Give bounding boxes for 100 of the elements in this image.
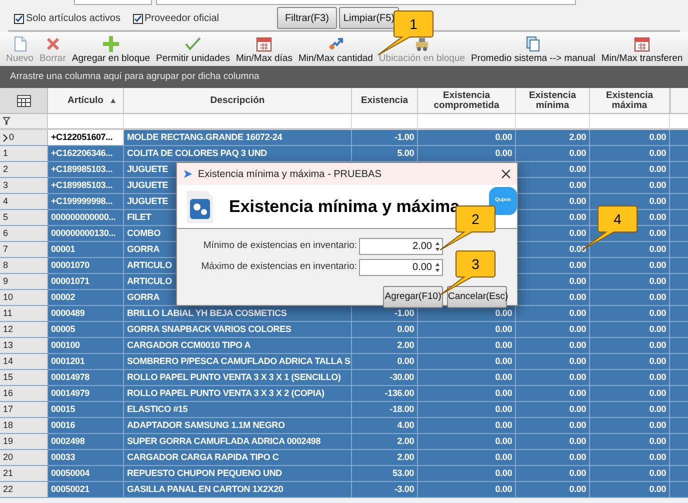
row-number: 12 [3, 322, 14, 336]
table-cell: -136.00 [352, 386, 418, 401]
table-cell: 0.00 [590, 434, 670, 449]
table-cell: 00014979 [48, 386, 124, 401]
table-cell: 0.00 [418, 354, 516, 369]
table-cell: 0.00 [590, 482, 670, 497]
table-cell: 00001 [48, 242, 124, 257]
row-number: 16 [3, 386, 14, 400]
table-cell: 0.00 [590, 258, 670, 273]
table-cell: 2.00 [352, 450, 418, 465]
table-cell: 00050021 [48, 482, 124, 497]
table-cell: 0001201 [48, 354, 124, 369]
table-cell: 0.00 [590, 450, 670, 465]
table-cell: 000100 [48, 338, 124, 353]
table-cell: REPUESTO CHUPON PEQUENO UND [124, 466, 352, 481]
table-cell: +C189985103... [48, 162, 124, 177]
table-cell: 0.00 [590, 322, 670, 337]
table-cell: ROLLO PAPEL PUNTO VENTA 3 X 3 X 1 (SENCILLO) [124, 370, 352, 385]
table-cell: 00015 [48, 402, 124, 417]
row-number: 21 [3, 466, 14, 480]
table-cell: 0.00 [418, 450, 516, 465]
row-number: 6 [3, 226, 8, 240]
row-number: 0 [9, 130, 14, 144]
table-cell: ADAPTADOR SAMSUNG 1.1M NEGRO [124, 418, 352, 433]
table-cell: 0.00 [516, 370, 590, 385]
table-cell: 0.00 [590, 386, 670, 401]
table-cell: -1.00 [352, 130, 418, 145]
table-cell: 0.00 [590, 418, 670, 433]
table-cell: 0.00 [590, 146, 670, 161]
table-cell: 00014978 [48, 370, 124, 385]
row-number: 5 [3, 210, 8, 224]
table-cell: 0.00 [418, 402, 516, 417]
table-cell: 0.00 [516, 418, 590, 433]
table-cell: 0000489 [48, 306, 124, 321]
table-cell: 0.00 [516, 146, 590, 161]
table-cell: +C162206346... [48, 146, 124, 161]
table-cell: CARGADOR CCM0010 TIPO A [124, 338, 352, 353]
table-cell: 0.00 [516, 386, 590, 401]
table-cell: 0.00 [516, 482, 590, 497]
table-cell: 00001071 [48, 274, 124, 289]
table-cell: ELASTICO #15 [124, 402, 352, 417]
row-number: 7 [3, 242, 8, 256]
sort-indicator: ▲ [109, 96, 117, 106]
table-cell: 0.00 [418, 146, 516, 161]
table-cell: 0.00 [516, 434, 590, 449]
table-cell: -18.00 [352, 402, 418, 417]
table-cell: 0.00 [590, 274, 670, 289]
row-number: 14 [3, 354, 14, 368]
table-cell: 2.00 [352, 338, 418, 353]
table-cell: 00001070 [48, 258, 124, 273]
table-cell: +C122051607... [48, 130, 124, 145]
table-cell: +C199999998... [48, 194, 124, 209]
row-number: 8 [3, 258, 8, 272]
table-cell: 0.00 [516, 402, 590, 417]
row-number: 19 [3, 434, 14, 448]
row-number: 2 [3, 162, 8, 176]
table-cell: 53.00 [352, 466, 418, 481]
row-number: 18 [3, 418, 14, 432]
table-cell: 0.00 [418, 418, 516, 433]
table-cell: 0.00 [352, 354, 418, 369]
table-cell: 0.00 [418, 466, 516, 481]
table-cell: 5.00 [352, 146, 418, 161]
table-cell: +C189985103... [48, 178, 124, 193]
row-number: 15 [3, 370, 14, 384]
row-number: 10 [3, 290, 14, 304]
table-cell: 00002 [48, 290, 124, 305]
table-cell: 0002498 [48, 434, 124, 449]
table-cell: ROLLO PAPEL PUNTO VENTA 3 X 3 X 2 (COPIA) [124, 386, 352, 401]
row-number: 4 [3, 194, 8, 208]
table-cell: 0.00 [590, 162, 670, 177]
group-panel: Arrastre una columna aquí para agrupar por dicha columna [0, 66, 688, 88]
table-cell: 0.00 [516, 354, 590, 369]
table-cell: GORRA SNAPBACK VARIOS COLORES [124, 322, 352, 337]
table-cell: 0.00 [418, 370, 516, 385]
table-cell: 0.00 [516, 466, 590, 481]
table-cell: 0.00 [590, 306, 670, 321]
table-cell: 00016 [48, 418, 124, 433]
table-cell: 0.00 [590, 354, 670, 369]
table-cell: 0.00 [418, 338, 516, 353]
table-cell: 0.00 [418, 386, 516, 401]
table-cell: 0.00 [418, 434, 516, 449]
table-cell: 0.00 [590, 290, 670, 305]
table-cell: 0.00 [590, 370, 670, 385]
table-cell: 0.00 [516, 450, 590, 465]
checkbox-label: Proveedor oficial [144, 12, 219, 26]
table-cell: 0.00 [418, 130, 516, 145]
table-cell: 0.00 [590, 130, 670, 145]
row-number: 20 [3, 450, 14, 464]
table-cell: 00050004 [48, 466, 124, 481]
table-cell: 00033 [48, 450, 124, 465]
table-cell: CARGADOR CARGA RAPIDA TIPO C [124, 450, 352, 465]
table-cell: 00005 [48, 322, 124, 337]
table-cell: 4.00 [352, 418, 418, 433]
table-cell: 0.00 [516, 322, 590, 337]
table-cell: 0.00 [418, 482, 516, 497]
table-cell: 2.00 [516, 130, 590, 145]
table-cell: 0.00 [516, 338, 590, 353]
table-cell: SOMBRERO P/PESCA CAMUFLADO ADRICA TALLA S [124, 354, 352, 369]
table-cell: GASILLA PANAL EN CARTON 1X2X20 [124, 482, 352, 497]
table-cell: 0.00 [590, 402, 670, 417]
